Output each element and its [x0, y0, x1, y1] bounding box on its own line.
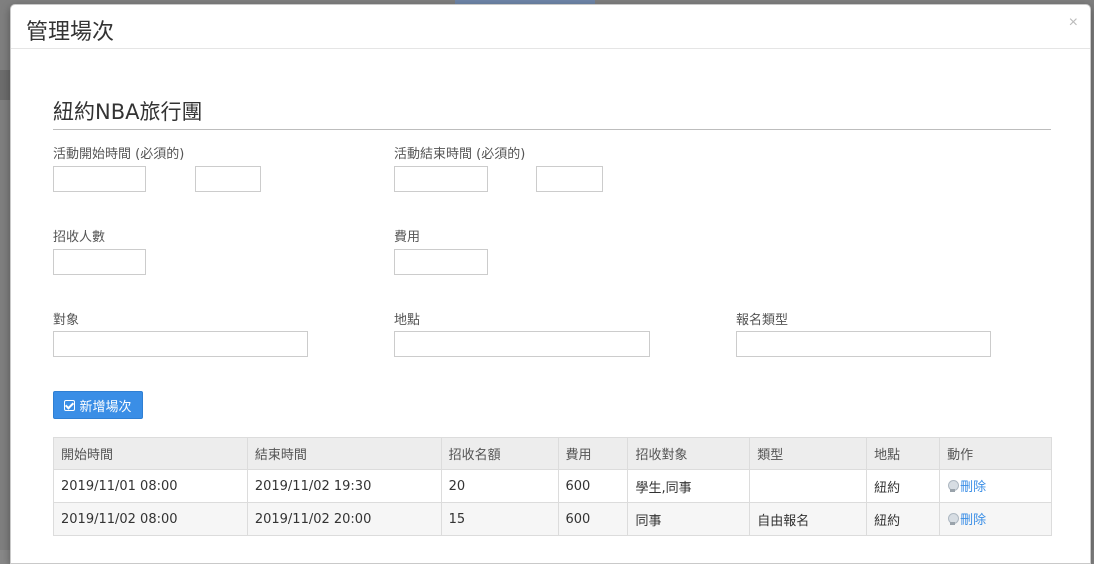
column-header-target: 招收對象 — [627, 437, 751, 470]
fee-label: 費用 — [394, 230, 421, 245]
start-date-input[interactable] — [53, 166, 146, 192]
quota-input[interactable] — [53, 249, 146, 275]
close-button[interactable]: × — [1069, 15, 1078, 31]
cell-start: 2019/11/01 08:00 — [53, 469, 248, 503]
delete-link[interactable]: 刪除 — [947, 476, 986, 495]
cell-end: 2019/11/02 19:30 — [246, 469, 442, 503]
cell-start: 2019/11/02 08:00 — [53, 502, 248, 536]
cell-target: 學生,同事 — [627, 469, 751, 503]
cell-location: 紐約 — [866, 469, 941, 503]
delete-link-label: 刪除 — [960, 480, 987, 496]
end-time-input[interactable] — [536, 166, 603, 192]
cell-fee: 600 — [557, 502, 629, 536]
cell-type: 自由報名 — [749, 502, 868, 536]
location-label: 地點 — [394, 313, 421, 328]
sessions-table: 開始時間 結束時間 招收名額 費用 招收對象 類型 地點 動作 2019/11/… — [53, 437, 1052, 536]
table-row: 2019/11/01 08:00 2019/11/02 19:30 20 600… — [53, 469, 1052, 503]
cell-quota: 15 — [440, 502, 559, 536]
cell-location: 紐約 — [866, 502, 941, 536]
column-header-start: 開始時間 — [53, 437, 248, 470]
quota-label: 招收人數 — [53, 230, 106, 245]
delete-link[interactable]: 刪除 — [947, 509, 986, 528]
cell-action: 刪除 — [939, 502, 1052, 536]
fee-input[interactable] — [394, 249, 488, 275]
location-input[interactable] — [394, 331, 650, 357]
end-date-input[interactable] — [394, 166, 488, 192]
column-header-location: 地點 — [866, 437, 941, 470]
section-divider — [53, 129, 1051, 130]
delete-link-label: 刪除 — [960, 513, 987, 529]
start-time-input[interactable] — [195, 166, 261, 192]
target-label: 對象 — [53, 313, 80, 328]
table-row: 2019/11/02 08:00 2019/11/02 20:00 15 600… — [53, 502, 1052, 536]
add-session-button[interactable]: 新增場次 — [53, 391, 143, 419]
lightbulb-icon — [947, 512, 960, 525]
cell-end: 2019/11/02 20:00 — [246, 502, 442, 536]
lightbulb-icon — [947, 479, 960, 492]
table-header-row: 開始時間 結束時間 招收名額 費用 招收對象 類型 地點 動作 — [53, 437, 1052, 470]
cell-fee: 600 — [557, 469, 629, 503]
cell-action: 刪除 — [939, 469, 1052, 503]
column-header-quota: 招收名額 — [440, 437, 559, 470]
target-input[interactable] — [53, 331, 308, 357]
cell-type — [749, 469, 868, 503]
signup-type-label: 報名類型 — [736, 313, 789, 328]
column-header-fee: 費用 — [557, 437, 629, 470]
end-time-label: 活動結束時間 (必須的) — [394, 147, 526, 162]
check-square-icon — [64, 399, 76, 411]
signup-type-input[interactable] — [736, 331, 991, 357]
modal-title: 管理場次 — [26, 20, 115, 45]
modal-header: 管理場次 × — [11, 5, 1090, 49]
add-session-button-label: 新增場次 — [79, 399, 132, 415]
column-header-end: 結束時間 — [246, 437, 442, 470]
cell-quota: 20 — [440, 469, 559, 503]
cell-target: 同事 — [627, 502, 751, 536]
start-time-label: 活動開始時間 (必須的) — [53, 147, 185, 162]
event-title: 紐約NBA旅行團 — [53, 100, 203, 124]
column-header-action: 動作 — [939, 437, 1052, 470]
column-header-type: 類型 — [749, 437, 868, 470]
manage-sessions-modal: 管理場次 × 紐約NBA旅行團 活動開始時間 (必須的) 活動結束時間 (必須的… — [10, 4, 1091, 564]
